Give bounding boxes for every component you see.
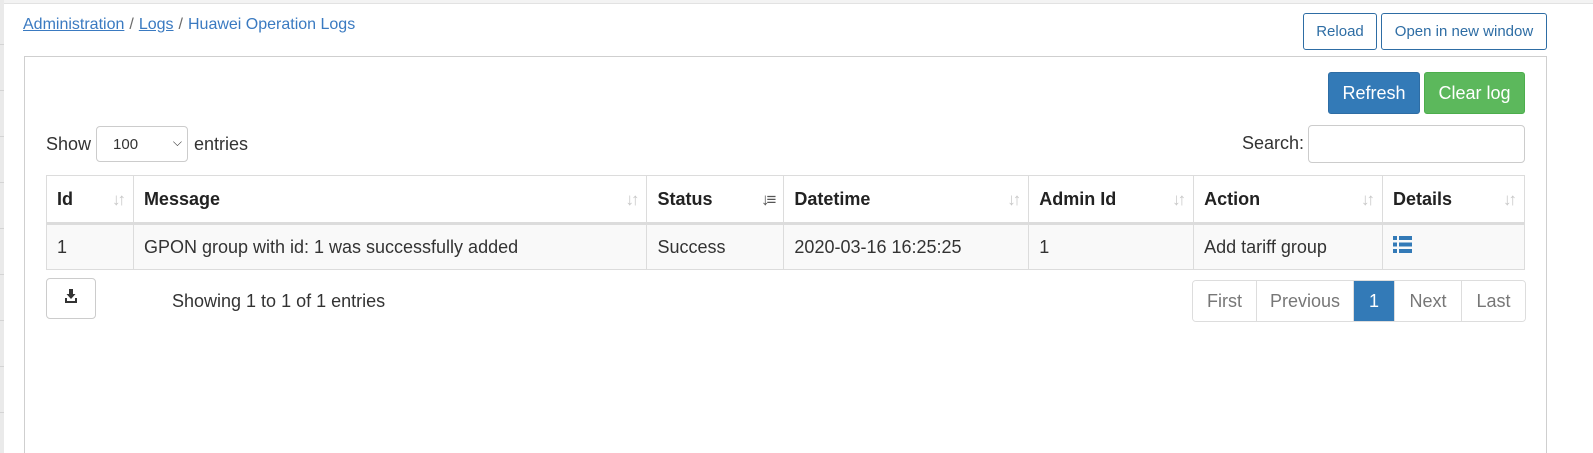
- breadcrumb-administration[interactable]: Administration: [23, 16, 124, 33]
- cell-message: GPON group with id: 1 was successfully a…: [132, 223, 648, 270]
- cell-status: Success: [646, 223, 785, 270]
- cell-datetime: 2020-03-16 16:25:25: [783, 223, 1030, 270]
- pagination-last[interactable]: Last: [1462, 281, 1525, 321]
- column-header-datetime[interactable]: Datetime ↓↑: [783, 175, 1030, 225]
- pagination-page-1[interactable]: 1: [1354, 281, 1395, 321]
- sort-icon: ↓↑: [625, 190, 639, 209]
- sort-icon: ↓↑: [1503, 190, 1517, 209]
- breadcrumb-current: Huawei Operation Logs: [187, 16, 356, 33]
- table-header-row: Id ↓↑ Message ↓↑ Status ↓≡ Datetime ↓↑ Admin…: [46, 175, 1525, 225]
- show-label: Show: [46, 133, 92, 154]
- pagination: First Previous 1 Next Last: [1192, 280, 1526, 322]
- pagination-first[interactable]: First: [1193, 281, 1257, 321]
- sort-icon: ↓↑: [1172, 190, 1186, 209]
- open-in-new-window-button[interactable]: Open in new window: [1381, 13, 1547, 50]
- search-input[interactable]: [1308, 125, 1525, 163]
- breadcrumb: Administration / Logs / Huawei Operation Log…: [23, 16, 355, 34]
- column-header-details[interactable]: Details ↓↑: [1382, 175, 1525, 225]
- column-header-action[interactable]: Action ↓↑: [1193, 175, 1384, 225]
- entries-label: entries: [194, 133, 249, 154]
- download-icon: [62, 288, 80, 309]
- log-panel: Refresh Clear log Show 100 ⌵ entries Sea…: [24, 56, 1547, 453]
- breadcrumb-separator: /: [178, 16, 183, 33]
- cell-details: [1382, 223, 1525, 270]
- column-header-message[interactable]: Message ↓↑: [132, 175, 648, 225]
- cell-admin-id: 1: [1028, 223, 1195, 270]
- pagination-previous[interactable]: Previous: [1257, 281, 1354, 321]
- top-border: [0, 0, 1593, 4]
- reload-button[interactable]: Reload: [1303, 13, 1377, 50]
- sort-ascending-icon: ↓≡: [761, 190, 777, 209]
- sort-icon: ↓↑: [111, 190, 126, 209]
- logs-table: Id ↓↑ Message ↓↑ Status ↓≡ Datetime ↓↑ Admin…: [46, 175, 1525, 270]
- breadcrumb-logs[interactable]: Logs: [139, 16, 174, 33]
- clear-log-button[interactable]: Clear log: [1424, 72, 1525, 114]
- sort-icon: ↓↑: [1361, 190, 1375, 209]
- table-row: 1 GPON group with id: 1 was successfully…: [46, 223, 1525, 270]
- table-info: Showing 1 to 1 of 1 entries: [172, 291, 386, 311]
- cell-id: 1: [46, 223, 134, 270]
- column-header-status[interactable]: Status ↓≡: [646, 175, 785, 225]
- cell-action: Add tariff group: [1193, 223, 1384, 270]
- column-header-id[interactable]: Id ↓↑: [46, 175, 134, 225]
- left-sidebar-edge: [0, 0, 4, 453]
- list-icon[interactable]: [1393, 235, 1413, 258]
- length-menu: Show 100 ⌵ entries: [46, 126, 248, 162]
- export-button[interactable]: [46, 278, 96, 319]
- sort-icon: ↓↑: [1007, 190, 1021, 209]
- refresh-button[interactable]: Refresh: [1328, 72, 1420, 114]
- breadcrumb-separator: /: [129, 16, 134, 33]
- entries-per-page-select[interactable]: 100: [96, 126, 189, 162]
- search-label: Search:: [1242, 133, 1305, 153]
- column-header-admin-id[interactable]: Admin Id ↓↑: [1028, 175, 1195, 225]
- pagination-next[interactable]: Next: [1395, 281, 1462, 321]
